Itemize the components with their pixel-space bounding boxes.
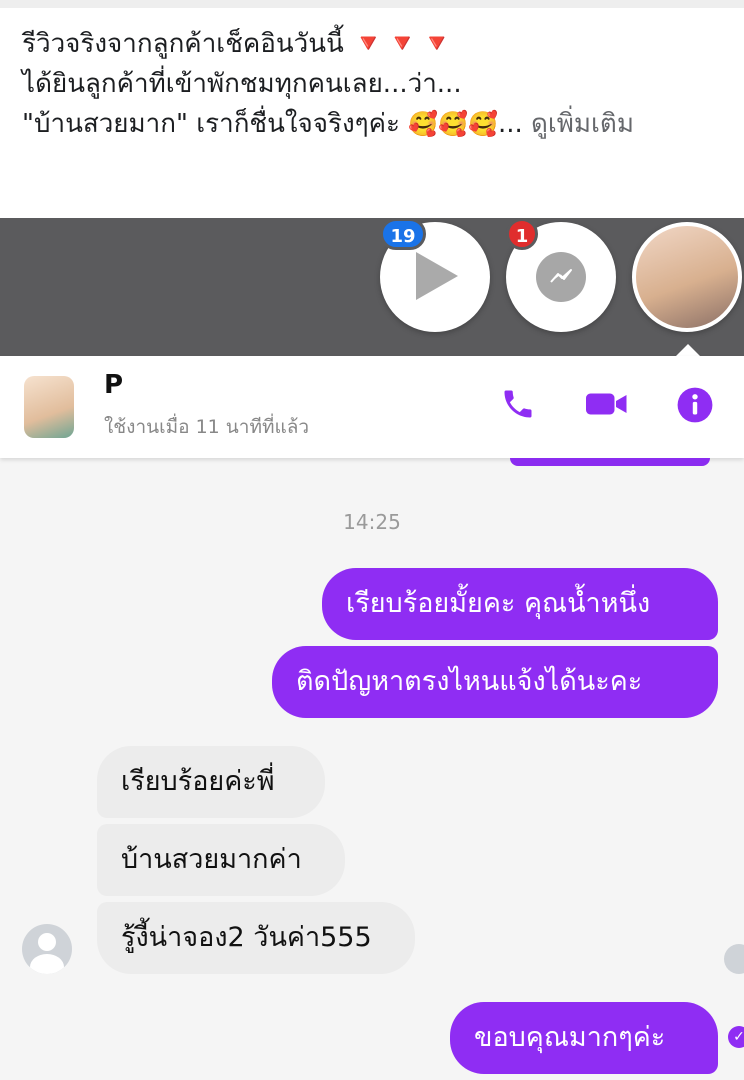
- info-icon[interactable]: [676, 386, 714, 428]
- incoming-message[interactable]: รู้งี้น่าจอง2 วันค่า555: [97, 902, 415, 974]
- post-line-1: รีวิวจริงจากลูกค้าเช็คอินวันนี้ 🔻🔻🔻: [22, 24, 722, 64]
- message-timestamp: 14:25: [343, 510, 401, 534]
- incoming-message[interactable]: เรียบร้อยค่ะพี่: [97, 746, 325, 818]
- incoming-message[interactable]: บ้านสวยมากค่า: [97, 824, 345, 896]
- messenger-badge: 1: [506, 218, 538, 250]
- post-line-2: ได้ยินลูกค้าที่เข้าพักชมทุกคนเลย...ว่า..…: [22, 69, 462, 99]
- red-triangle-emoji: 🔻🔻🔻: [352, 29, 456, 59]
- post-line-3-text: "บ้านสวยมาก" เราก็ชื่นใจจริงๆค่ะ: [22, 109, 401, 139]
- previous-message-edge: [510, 458, 710, 466]
- avatar-head-shape: [38, 933, 56, 951]
- sent-check-icon: ✓: [728, 1026, 744, 1048]
- contact-name[interactable]: P: [104, 370, 123, 400]
- post-text: รีวิวจริงจากลูกค้าเช็คอินวันนี้ 🔻🔻🔻 ได้ย…: [22, 24, 722, 144]
- seen-indicator: [724, 944, 744, 974]
- smiling-hearts-emoji: 🥰🥰🥰: [408, 110, 498, 138]
- outgoing-message[interactable]: ขอบคุณมากๆค่ะ: [450, 1002, 718, 1074]
- video-camera-icon[interactable]: [584, 386, 630, 426]
- active-status: ใช้งานเมื่อ 11 นาทีที่แล้ว: [104, 416, 310, 438]
- outgoing-message[interactable]: เรียบร้อยมั้ยคะ คุณน้ำหนึ่ง: [322, 568, 718, 640]
- messenger-screenshot: 19 1 P ใช้งานเมื่อ 11 นาทีที่แล้ว 14:25 …: [0, 218, 744, 1080]
- post-line-1-text: รีวิวจริงจากลูกค้าเช็คอินวันนี้: [22, 29, 344, 59]
- avatar-body-shape: [30, 954, 64, 974]
- ellipsis: ...: [497, 109, 523, 139]
- phone-icon[interactable]: [500, 386, 536, 426]
- see-more-link[interactable]: ดูเพิ่มเติม: [531, 109, 634, 139]
- video-chat-head[interactable]: 19: [380, 218, 490, 332]
- top-divider: [0, 0, 744, 8]
- conversation-header: P ใช้งานเมื่อ 11 นาทีที่แล้ว: [0, 356, 744, 458]
- sender-avatar: [22, 924, 72, 974]
- post-line-3: "บ้านสวยมาก" เราก็ชื่นใจจริงๆค่ะ 🥰🥰🥰... …: [22, 104, 722, 144]
- play-icon: [416, 252, 458, 300]
- video-badge: 19: [380, 218, 426, 250]
- outgoing-message[interactable]: ติดปัญหาตรงไหนแจ้งได้นะคะ: [272, 646, 718, 718]
- avatar[interactable]: [24, 376, 74, 438]
- messenger-icon: [536, 252, 586, 302]
- contact-chat-head[interactable]: [632, 222, 742, 332]
- messenger-chat-head[interactable]: 1: [506, 218, 616, 332]
